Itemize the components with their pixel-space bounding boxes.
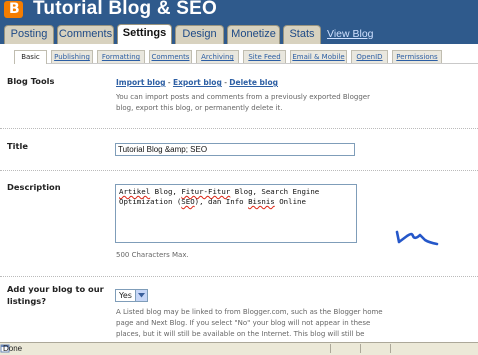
description-text: SEO (181, 197, 195, 206)
subtab-row: Basic Publishing Formatting Comments Arc… (14, 50, 478, 64)
listing-description: A Listed blog may be linked to from Blog… (116, 307, 383, 340)
link-separator: - (165, 78, 173, 87)
subtab-archiving[interactable]: Archiving (196, 50, 239, 63)
description-max-note: 500 Characters Max. (116, 251, 189, 259)
tab-posting[interactable]: Posting (4, 25, 54, 44)
status-text: Done (3, 344, 23, 353)
tab-stats[interactable]: Stats (283, 25, 321, 44)
tab-monetize[interactable]: Monetize (227, 25, 280, 44)
blogger-logo-icon[interactable]: B (4, 1, 23, 18)
listing-label-line: listings? (7, 296, 47, 306)
status-divider (360, 344, 361, 353)
logo-letter: B (9, 1, 20, 17)
description-text: Blog, (150, 187, 182, 196)
description-text: Fitur-Fitur (181, 187, 231, 196)
description-text: Optimization ( (119, 197, 182, 206)
listing-label-line: Add your blog to our (7, 284, 104, 294)
listing-select-value: Yes (119, 291, 132, 300)
blog-tools-desc-line: blog, export this blog, or permanently d… (116, 104, 283, 112)
browser-status-bar: Done (0, 342, 478, 355)
subtab-comments[interactable]: Comments (149, 50, 192, 63)
view-blog-link[interactable]: View Blog (327, 28, 374, 40)
settings-subtabs: Basic Publishing Formatting Comments Arc… (0, 44, 478, 70)
title-input[interactable]: Tutorial Blog &amp; SEO (115, 143, 355, 156)
delete-blog-link[interactable]: Delete blog (229, 78, 278, 87)
subtab-email-mobile[interactable]: Email & Mobile (290, 50, 347, 63)
status-divider (390, 344, 391, 353)
title-label: Title (7, 141, 28, 151)
blog-tools-label: Blog Tools (7, 76, 55, 86)
divider (0, 170, 478, 171)
description-text: Online (274, 197, 306, 206)
subtab-formatting[interactable]: Formatting (97, 50, 145, 63)
blog-tools-description: You can import posts and comments from a… (116, 92, 370, 114)
main-tabs: Posting Comments Settings Design Monetiz… (0, 24, 478, 45)
blog-tools-links: Import blog - Export blog - Delete blog (116, 78, 278, 87)
divider (0, 128, 478, 129)
listing-desc-line: A Listed blog may be linked to from Blog… (116, 308, 383, 316)
description-text: Bisnis (248, 197, 275, 206)
export-blog-link[interactable]: Export blog (173, 78, 222, 87)
blog-title: Tutorial Blog & SEO (33, 0, 217, 19)
import-blog-link[interactable]: Import blog (116, 78, 165, 87)
tab-design[interactable]: Design (175, 25, 224, 44)
listing-desc-line: page and Next Blog. If you select "No" y… (116, 319, 371, 327)
settings-content: Blog Tools Import blog - Export blog - D… (0, 70, 478, 342)
description-label: Description (7, 182, 61, 192)
listing-label: Add your blog to our listings? (7, 283, 104, 307)
tab-comments[interactable]: Comments (57, 25, 114, 44)
tab-settings[interactable]: Settings (117, 24, 172, 45)
blogger-header: B Tutorial Blog & SEO Posting Comments S… (0, 0, 478, 45)
listing-select[interactable]: Yes (115, 289, 148, 302)
blog-tools-desc-line: You can import posts and comments from a… (116, 93, 370, 101)
annotation-arrow-icon (395, 230, 439, 246)
description-textarea[interactable]: Artikel Blog, Fitur-Fitur Blog, Search E… (115, 184, 357, 243)
chevron-down-icon[interactable] (135, 290, 147, 301)
description-text: ), dan Info (194, 197, 249, 206)
divider (0, 276, 478, 277)
subtab-permissions[interactable]: Permissions (392, 50, 442, 63)
subtab-publishing[interactable]: Publishing (51, 50, 93, 63)
description-text: Artikel (119, 187, 151, 196)
subtab-openid[interactable]: OpenID (351, 50, 388, 63)
listing-desc-line: places, but it will still be available o… (116, 330, 365, 338)
description-text: Blog, Search Engine (230, 187, 320, 196)
subtab-basic[interactable]: Basic (14, 50, 47, 64)
status-divider (330, 344, 331, 353)
subtab-site-feed[interactable]: Site Feed (243, 50, 286, 63)
